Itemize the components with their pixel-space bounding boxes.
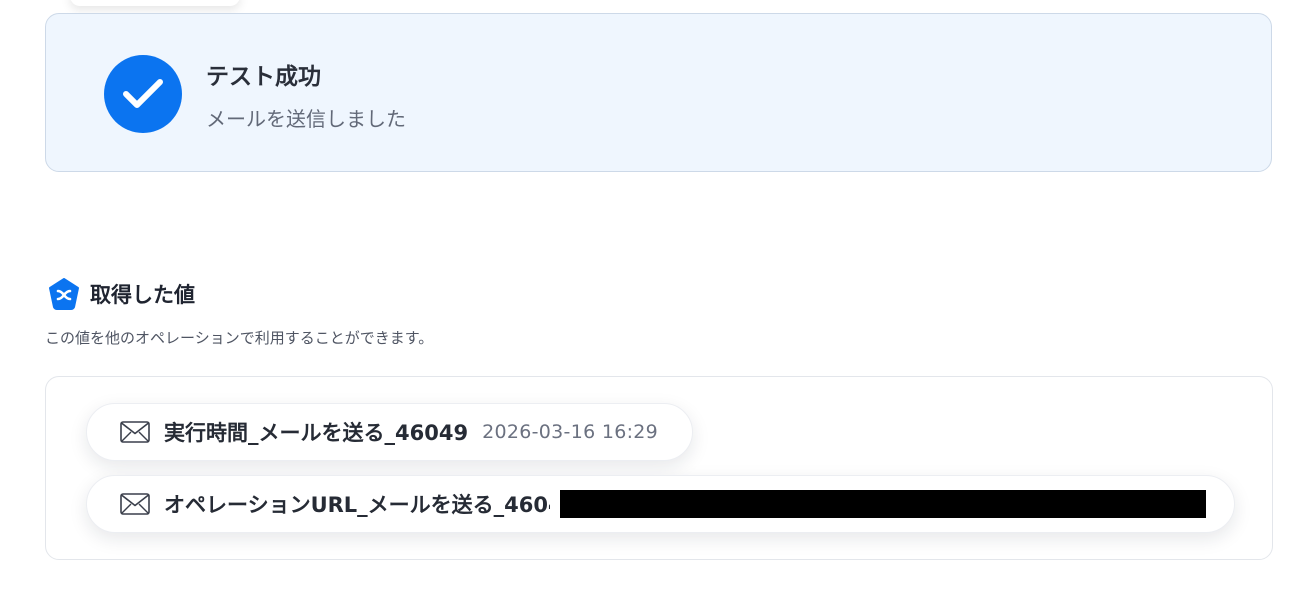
success-message: メールを送信しました: [206, 107, 406, 131]
mail-icon: [120, 493, 150, 515]
success-title: テスト成功: [206, 64, 321, 90]
value-pill-execution-time[interactable]: 実行時間_メールを送る_46049 2026-03-16 16:29: [86, 403, 693, 461]
redacted-value: [560, 490, 1206, 518]
acquired-values-header: 取得した値: [47, 277, 195, 311]
value-text: 2026-03-16 16:29: [482, 421, 659, 443]
section-description: この値を他のオペレーションで利用することができます。: [45, 329, 434, 347]
check-icon: [123, 79, 163, 108]
previous-element-shadow: [70, 0, 240, 6]
yoom-logo-icon: [49, 278, 79, 310]
page: テスト成功 メールを送信しました 取得した値 この値を他のオペレーションで利用す…: [0, 0, 1306, 608]
test-success-card: テスト成功 メールを送信しました: [45, 13, 1272, 172]
value-label: オペレーションURL_メールを送る_46049: [164, 493, 550, 517]
values-card: 実行時間_メールを送る_46049 2026-03-16 16:29 オペレーシ…: [45, 376, 1273, 560]
success-check-circle: [104, 55, 182, 133]
value-label: 実行時間_メールを送る_46049: [164, 421, 469, 445]
value-pill-operation-url[interactable]: オペレーションURL_メールを送る_46049: [86, 475, 1235, 533]
section-title: 取得した値: [90, 283, 195, 307]
mail-icon: [120, 421, 150, 443]
